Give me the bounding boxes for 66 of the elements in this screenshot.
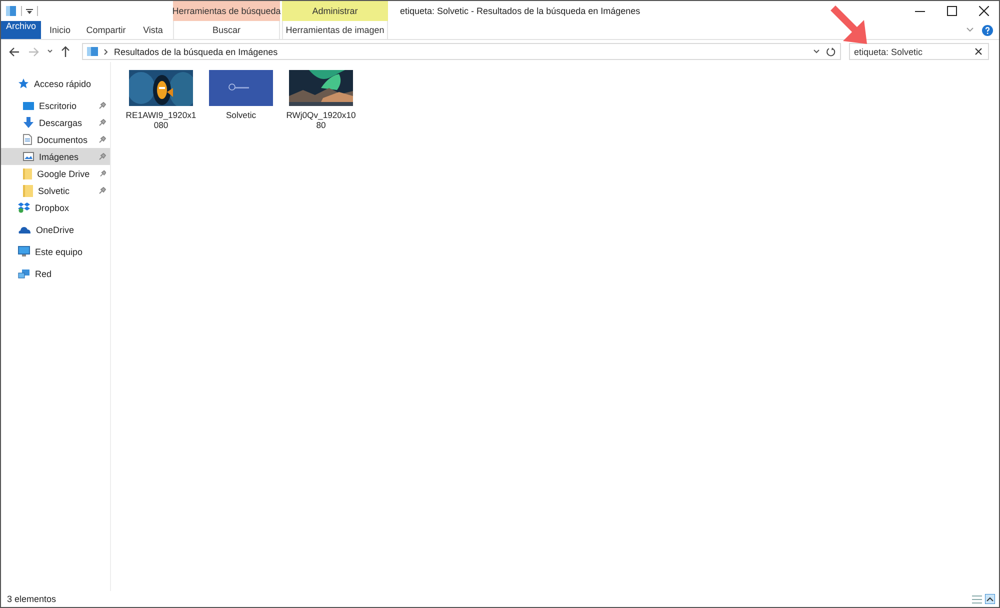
folder-icon[interactable] bbox=[5, 5, 17, 17]
search-field[interactable]: etiqueta: Solvetic bbox=[849, 43, 989, 60]
sidebar-label: Este equipo bbox=[35, 246, 83, 256]
chevron-down-icon[interactable] bbox=[47, 49, 53, 54]
folder-icon bbox=[87, 46, 98, 57]
back-arrow-icon[interactable] bbox=[9, 46, 20, 56]
pin-icon[interactable] bbox=[99, 187, 106, 194]
download-arrow-icon bbox=[23, 117, 34, 128]
sidebar-label: Imágenes bbox=[39, 152, 79, 162]
context-group-header: Herramientas de búsqueda bbox=[173, 1, 280, 21]
sidebar-item[interactable]: OneDrive bbox=[1, 221, 110, 238]
sidebar-item[interactable]: Acceso rápido bbox=[1, 75, 110, 92]
sidebar-item[interactable]: Escritorio bbox=[1, 97, 110, 114]
computer-icon bbox=[18, 246, 30, 257]
sidebar-label: Acceso rápido bbox=[34, 78, 92, 88]
refresh-icon[interactable] bbox=[826, 46, 836, 56]
dropbox-icon bbox=[18, 202, 30, 213]
sidebar-label: Documentos bbox=[37, 134, 88, 144]
up-arrow-icon[interactable] bbox=[61, 46, 70, 57]
sidebar-item[interactable]: Imágenes bbox=[1, 148, 110, 165]
network-icon bbox=[18, 268, 30, 278]
sidebar-label: Descargas bbox=[39, 118, 82, 128]
sidebar-item[interactable]: Solvetic bbox=[1, 182, 110, 199]
sidebar-label: Red bbox=[35, 268, 52, 278]
arrow-drawing bbox=[830, 6, 867, 44]
context-group-header: Administrar bbox=[282, 1, 388, 21]
address-path: Resultados de la búsqueda en Imágenes bbox=[114, 46, 278, 56]
cloud-icon bbox=[18, 225, 31, 234]
desktop-icon bbox=[23, 100, 34, 110]
ribbon-tab[interactable]: Archivo bbox=[1, 21, 41, 39]
ribbon-tab[interactable]: Buscar bbox=[173, 21, 280, 39]
sidebar-label: Escritorio bbox=[39, 100, 77, 110]
sidebar-item[interactable]: Documentos bbox=[1, 131, 110, 148]
sidebar-label: Google Drive bbox=[37, 168, 90, 178]
sidebar-item[interactable]: Google Drive bbox=[1, 165, 110, 182]
chevron-down-icon[interactable] bbox=[813, 49, 820, 54]
pictures-icon bbox=[23, 152, 34, 161]
sidebar-label: Solvetic bbox=[38, 186, 70, 196]
pin-icon[interactable] bbox=[100, 170, 106, 177]
sidebar-item[interactable]: Este equipo bbox=[1, 243, 110, 260]
folder-icon bbox=[23, 168, 32, 180]
sidebar-label: OneDrive bbox=[36, 224, 74, 234]
file-name: Solvetic bbox=[224, 110, 258, 120]
pin-icon[interactable] bbox=[99, 119, 106, 126]
ribbon-tab[interactable]: Herramientas de imagen bbox=[282, 21, 388, 39]
help-icon[interactable] bbox=[982, 24, 993, 36]
close-icon[interactable] bbox=[979, 6, 989, 16]
star-icon bbox=[18, 78, 29, 89]
pin-icon[interactable] bbox=[99, 136, 106, 143]
file-name: RE1AWI9_1920x1080 bbox=[125, 110, 197, 130]
document-icon bbox=[23, 134, 32, 145]
file-name: RWj0Qv_1920x1080 bbox=[285, 110, 357, 130]
folder-icon bbox=[23, 184, 33, 196]
item-count: 3 elementos bbox=[7, 594, 56, 604]
large-icons-view-icon[interactable] bbox=[985, 594, 995, 604]
dropdown-icon[interactable] bbox=[26, 8, 33, 14]
address-bar[interactable]: Resultados de la búsqueda en Imágenes bbox=[82, 43, 841, 60]
sidebar-item[interactable]: Dropbox bbox=[1, 199, 110, 216]
close-icon[interactable] bbox=[975, 48, 982, 55]
sidebar-item[interactable]: Red bbox=[1, 265, 110, 282]
pin-icon[interactable] bbox=[99, 102, 106, 109]
sidebar-item[interactable]: Descargas bbox=[1, 114, 110, 131]
sidebar-label: Dropbox bbox=[35, 202, 70, 212]
window-title: etiqueta: Solvetic - Resultados de la búsqueda en Imágenes bbox=[400, 6, 640, 16]
chevron-right-icon bbox=[104, 48, 108, 54]
maximize-icon[interactable] bbox=[947, 6, 957, 16]
